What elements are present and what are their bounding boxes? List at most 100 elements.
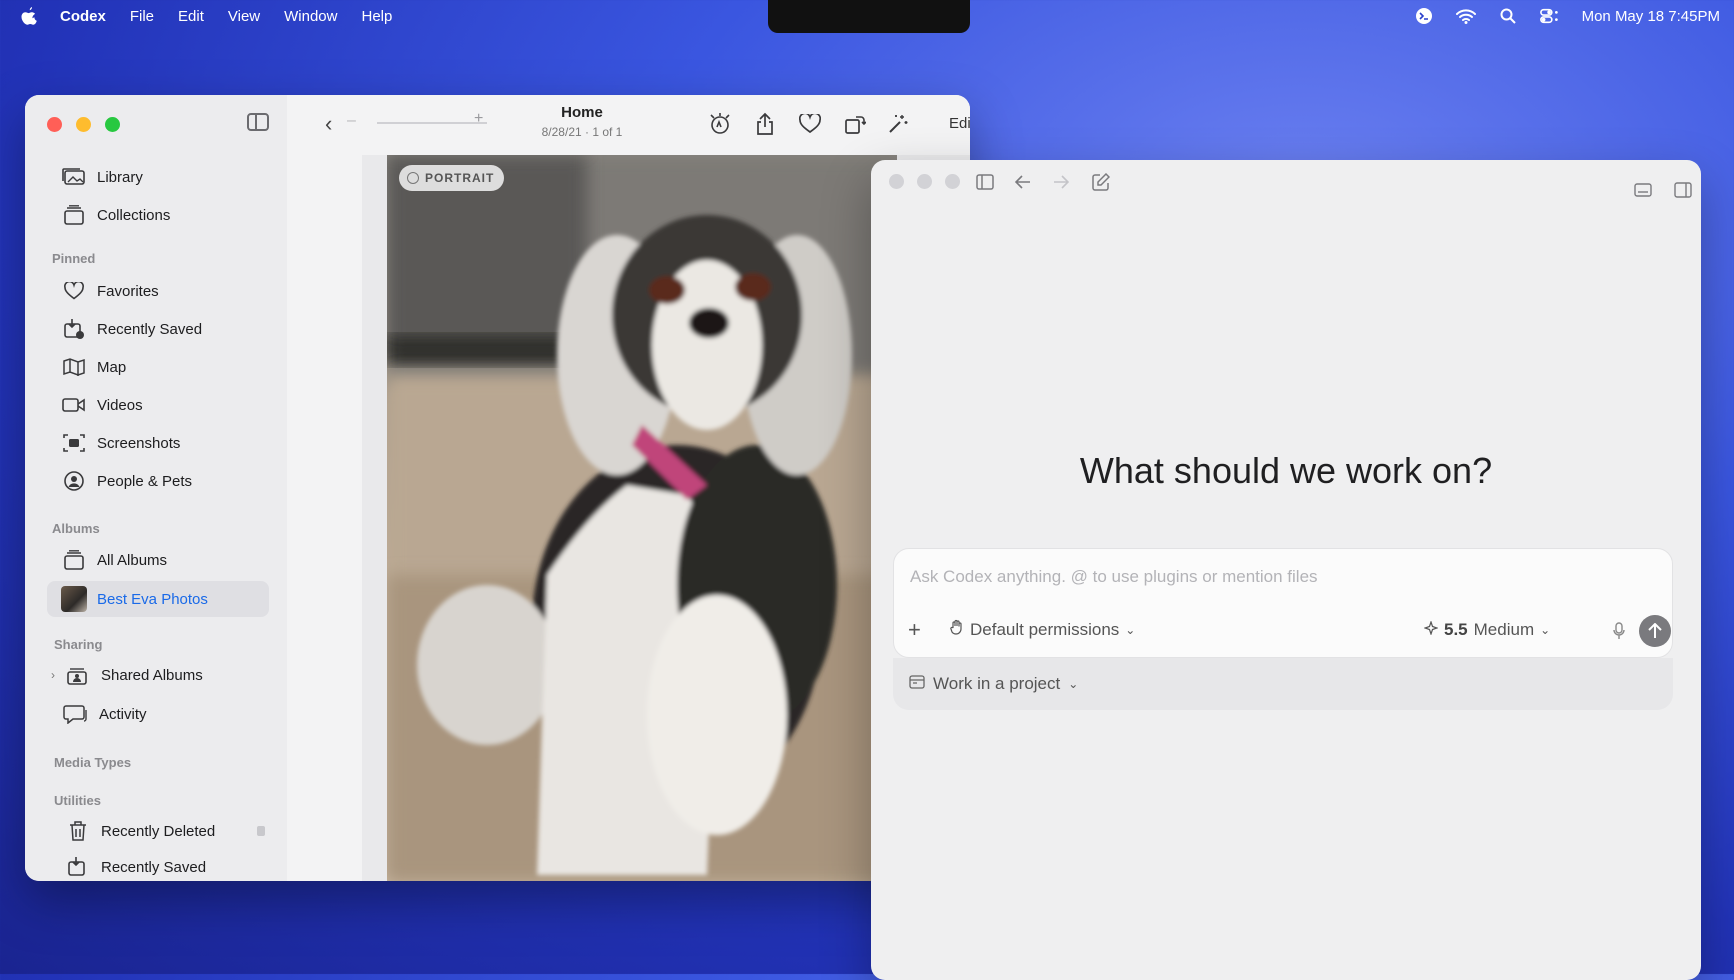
chevron-down-icon: ⌄ [1540, 623, 1551, 637]
minimize-button[interactable] [917, 174, 932, 189]
sidebar-item-best-eva-photos[interactable]: Best Eva Photos [47, 581, 269, 617]
library-icon [61, 166, 87, 188]
photos-window: Library Collections Pinned Favorites Rec… [25, 95, 970, 881]
work-in-project-label: Work in a project [933, 674, 1061, 693]
zoom-in-icon[interactable]: + [474, 110, 483, 128]
sidebar-toggle-icon[interactable] [973, 170, 997, 194]
section-header-utilities: Utilities [54, 793, 101, 808]
welcome-headline: What should we work on? [1079, 450, 1493, 491]
forward-arrow-icon[interactable] [1049, 170, 1073, 194]
disclosure-chevron-icon[interactable]: › [51, 668, 63, 682]
sidebar-item-map[interactable]: Map [61, 351, 126, 383]
share-icon[interactable] [752, 111, 778, 137]
shared-albums-icon [65, 664, 91, 686]
sidebar-item-favorites[interactable]: Favorites [61, 275, 159, 307]
edit-button[interactable]: Edit [949, 115, 970, 132]
sidebar-item-shared-albums[interactable]: › Shared Albums [51, 659, 203, 691]
sidebar-item-videos[interactable]: Videos [61, 389, 143, 421]
sidebar-item-activity[interactable]: Activity [63, 698, 147, 730]
sidebar-item-screenshots[interactable]: Screenshots [61, 427, 180, 459]
sidebar-item-library[interactable]: Library [61, 161, 143, 193]
hand-icon [950, 619, 964, 640]
codex-status-icon[interactable] [1414, 7, 1434, 25]
app-menu-codex[interactable]: Codex [60, 8, 106, 25]
zoom-button[interactable] [105, 117, 120, 132]
back-arrow-icon[interactable] [1011, 170, 1035, 194]
sidebar-item-label: Videos [97, 396, 143, 414]
minimize-panel-icon[interactable] [1631, 178, 1655, 202]
collections-icon [61, 204, 87, 226]
window-controls [889, 174, 960, 189]
menu-window[interactable]: Window [284, 8, 337, 25]
section-header-pinned: Pinned [52, 251, 96, 266]
sidebar-item-recently-deleted[interactable]: Recently Deleted [65, 815, 266, 847]
permissions-label: Default permissions [970, 619, 1120, 639]
permissions-dropdown[interactable]: Default permissions ⌄ [950, 619, 1135, 640]
recently-saved-icon [61, 318, 87, 340]
sidebar-item-label: Favorites [97, 282, 159, 300]
back-chevron-icon[interactable]: ‹ [325, 113, 332, 135]
close-button[interactable] [47, 117, 62, 132]
trash-icon [65, 820, 91, 842]
camera-notch [768, 0, 970, 33]
photos-sidebar: Library Collections Pinned Favorites Rec… [25, 95, 287, 881]
magic-wand-icon[interactable] [885, 111, 911, 137]
album-thumbnail [61, 586, 87, 612]
chevron-down-icon: ⌄ [1068, 677, 1079, 691]
minimize-button[interactable] [76, 117, 91, 132]
menubar-clock[interactable]: Mon May 18 7:45PM [1582, 8, 1720, 25]
sidebar-item-recently-saved[interactable]: Recently Saved [61, 313, 202, 345]
menu-edit[interactable]: Edit [178, 8, 204, 25]
sidebar-item-label: Shared Albums [101, 666, 203, 684]
zoom-button[interactable] [945, 174, 960, 189]
status-area: Mon May 18 7:45PM [1414, 0, 1720, 32]
photo-title: Home [561, 104, 603, 121]
sidebar-item-collections[interactable]: Collections [61, 199, 170, 231]
portrait-badge[interactable]: PORTRAIT [399, 165, 505, 191]
new-chat-icon[interactable] [1089, 170, 1113, 194]
sidebar-item-people-pets[interactable]: People & Pets [61, 465, 192, 497]
portrait-badge-label: PORTRAIT [425, 171, 495, 185]
favorite-heart-icon[interactable] [797, 111, 823, 137]
search-icon[interactable] [1498, 7, 1518, 25]
sidebar-item-label: Activity [99, 705, 147, 723]
model-selector[interactable]: 5.5 Medium ⌄ [1423, 620, 1551, 640]
sparkle-icon [1423, 620, 1439, 640]
zoom-slider[interactable] [377, 122, 487, 124]
sidebar-item-all-albums[interactable]: All Albums [61, 544, 167, 576]
lock-icon [257, 826, 266, 836]
sidebar-item-label: Recently Saved [97, 320, 203, 338]
model-effort: Medium [1473, 620, 1535, 639]
zoom-out-icon[interactable]: – [347, 112, 356, 130]
enhance-icon[interactable] [707, 111, 733, 137]
project-icon [909, 674, 925, 694]
sidebar-item-label: People & Pets [97, 472, 193, 490]
recently-saved-icon [65, 856, 91, 878]
wifi-icon[interactable] [1455, 7, 1476, 25]
section-header-media-types[interactable]: Media Types [54, 755, 131, 770]
control-center-icon[interactable] [1539, 7, 1560, 25]
section-header-albums: Albums [52, 521, 100, 536]
send-button[interactable] [1639, 615, 1671, 647]
microphone-icon[interactable] [1612, 621, 1626, 641]
dog-photo[interactable]: PORTRAIT [387, 155, 897, 881]
sidebar-toggle-icon[interactable] [247, 113, 269, 131]
sidebar-item-label: Recently Deleted [101, 822, 216, 840]
menu-help[interactable]: Help [361, 8, 392, 25]
activity-icon [63, 703, 89, 725]
close-button[interactable] [889, 174, 904, 189]
split-view-icon[interactable] [1671, 178, 1695, 202]
photos-toolbar: ‹ – + Home 8/28/21 · 1 of 1 Edit [287, 95, 970, 155]
menu-file[interactable]: File [130, 8, 154, 25]
apple-menu-icon[interactable] [20, 6, 38, 26]
sidebar-item-label: Map [97, 358, 127, 376]
prompt-input[interactable] [908, 561, 1652, 593]
work-in-project-dropdown[interactable]: Work in a project ⌄ [909, 674, 1078, 694]
menu-view[interactable]: View [228, 8, 260, 25]
model-version: 5.5 [1444, 620, 1468, 639]
add-attachment-icon[interactable]: + [908, 617, 921, 643]
sidebar-item-label: Best Eva Photos [97, 590, 208, 608]
albums-icon [61, 549, 87, 571]
rotate-icon[interactable] [842, 111, 868, 137]
sidebar-item-recently-saved-utility[interactable]: Recently Saved [65, 851, 206, 881]
